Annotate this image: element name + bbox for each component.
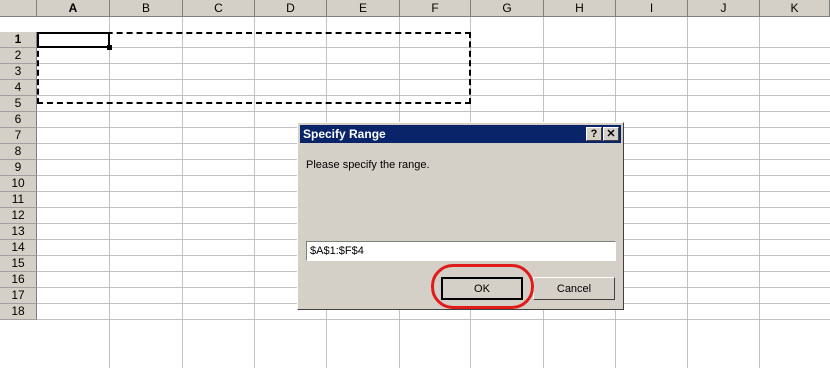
row-header-1[interactable]: 1	[0, 32, 37, 48]
dialog-title: Specify Range	[303, 127, 386, 141]
help-button[interactable]: ?	[586, 127, 602, 141]
row-header-6[interactable]: 6	[0, 112, 37, 128]
ok-button-highlight-circle	[431, 264, 534, 309]
close-button[interactable]: ✕	[603, 127, 619, 141]
row-header-12[interactable]: 12	[0, 208, 37, 224]
gridline	[37, 319, 830, 320]
row-header-10[interactable]: 10	[0, 176, 37, 192]
select-all-corner[interactable]	[0, 0, 37, 17]
row-header-8[interactable]: 8	[0, 144, 37, 160]
row-header-17[interactable]: 17	[0, 288, 37, 304]
column-header-i[interactable]: I	[616, 0, 688, 17]
close-icon: ✕	[606, 128, 616, 140]
column-header-f[interactable]: F	[400, 0, 471, 17]
active-cell-a1[interactable]	[37, 32, 110, 48]
row-header-9[interactable]: 9	[0, 160, 37, 176]
column-header-k[interactable]: K	[760, 0, 830, 17]
column-header-c[interactable]: C	[183, 0, 255, 17]
row-header-13[interactable]: 13	[0, 224, 37, 240]
row-header-11[interactable]: 11	[0, 192, 37, 208]
gridline	[37, 111, 830, 112]
gridline	[759, 17, 760, 368]
column-header-b[interactable]: B	[110, 0, 183, 17]
cancel-button[interactable]: Cancel	[533, 277, 615, 300]
column-header-h[interactable]: H	[544, 0, 616, 17]
row-header-4[interactable]: 4	[0, 80, 37, 96]
column-header-e[interactable]: E	[327, 0, 400, 17]
column-header-j[interactable]: J	[688, 0, 760, 17]
column-header-g[interactable]: G	[471, 0, 544, 17]
row-header-2[interactable]: 2	[0, 48, 37, 64]
question-mark-icon: ?	[590, 128, 598, 140]
row-header-7[interactable]: 7	[0, 128, 37, 144]
column-header-d[interactable]: D	[255, 0, 327, 17]
fill-handle[interactable]	[107, 45, 112, 50]
row-header-3[interactable]: 3	[0, 64, 37, 80]
row-header-18[interactable]: 18	[0, 304, 37, 320]
column-header-a[interactable]: A	[37, 0, 110, 17]
range-input[interactable]	[306, 241, 616, 261]
dialog-title-bar[interactable]: Specify Range ? ✕	[300, 125, 621, 143]
row-header-5[interactable]: 5	[0, 96, 37, 112]
gridline	[687, 17, 688, 368]
row-header-14[interactable]: 14	[0, 240, 37, 256]
row-header-16[interactable]: 16	[0, 272, 37, 288]
dialog-prompt: Please specify the range.	[306, 159, 430, 171]
row-header-15[interactable]: 15	[0, 256, 37, 272]
